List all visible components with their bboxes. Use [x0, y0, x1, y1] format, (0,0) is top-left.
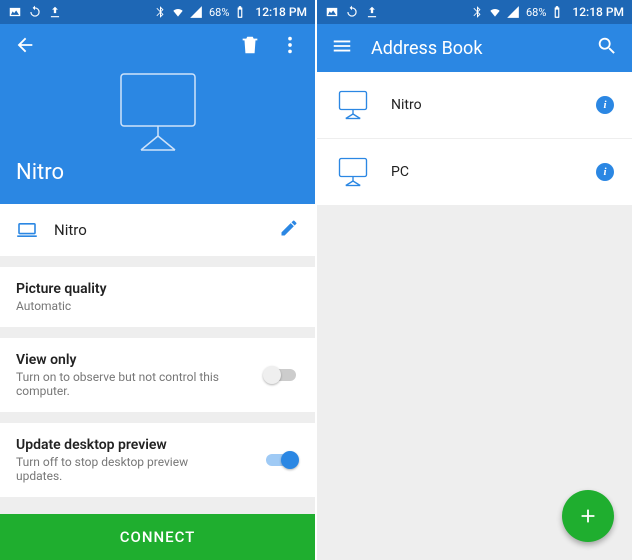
update-label: Update desktop preview [16, 437, 263, 453]
wifi-icon [488, 5, 502, 19]
back-button[interactable] [14, 34, 36, 60]
info-button[interactable]: i [596, 163, 614, 181]
phone-left: 68% 12:18 PM Nitro Nitro [0, 0, 315, 560]
statusbar: 68% 12:18 PM [317, 0, 632, 24]
statusbar: 68% 12:18 PM [0, 0, 315, 24]
battery-pct: 68% [526, 6, 546, 19]
overflow-menu-button[interactable] [279, 34, 301, 60]
monitor-icon [335, 88, 371, 122]
update-desc: Turn off to stop desktop preview updates… [16, 455, 236, 483]
monitor-icon [335, 155, 371, 189]
battery-icon [550, 5, 564, 19]
sync-icon [345, 5, 359, 19]
view-only-label: View only [16, 352, 263, 368]
sync-icon [28, 5, 42, 19]
list-item[interactable]: Nitro i [317, 72, 632, 139]
menu-button[interactable] [331, 35, 353, 61]
picture-icon [325, 5, 339, 19]
connect-button[interactable]: CONNECT [0, 514, 315, 560]
upload-icon [48, 5, 62, 19]
picture-quality-label: Picture quality [16, 281, 299, 297]
laptop-icon [16, 222, 38, 238]
plus-icon [577, 505, 599, 527]
update-preview-toggle[interactable] [263, 450, 299, 470]
battery-icon [233, 5, 247, 19]
view-only-desc: Turn on to observe but not control this … [16, 370, 236, 398]
setting-update-preview: Update desktop preview Turn off to stop … [0, 422, 315, 497]
view-only-toggle[interactable] [263, 365, 299, 385]
signal-icon [506, 5, 520, 19]
appbar-title: Address Book [371, 38, 596, 59]
list-item[interactable]: PC i [317, 139, 632, 206]
search-button[interactable] [596, 35, 618, 61]
device-name: Nitro [54, 221, 279, 239]
upload-icon [365, 5, 379, 19]
picture-quality-value: Automatic [16, 299, 236, 313]
bluetooth-icon [470, 5, 484, 19]
signal-icon [189, 5, 203, 19]
setting-picture-quality[interactable]: Picture quality Automatic [0, 266, 315, 327]
appbar: Address Book [317, 24, 632, 72]
device-row[interactable]: Nitro [0, 204, 315, 256]
battery-pct: 68% [209, 6, 229, 19]
delete-button[interactable] [239, 34, 261, 60]
bluetooth-icon [153, 5, 167, 19]
add-button[interactable] [562, 490, 614, 542]
hero: Nitro [0, 24, 315, 204]
clock: 12:18 PM [255, 5, 307, 19]
wifi-icon [171, 5, 185, 19]
hero-title: Nitro [0, 156, 315, 199]
address-list: Nitro i PC i [317, 72, 632, 560]
phone-right: 68% 12:18 PM Address Book Nitro i PC i [317, 0, 632, 560]
list-item-name: PC [391, 164, 596, 180]
list-item-name: Nitro [391, 97, 596, 113]
edit-button[interactable] [279, 218, 299, 242]
picture-icon [8, 5, 22, 19]
clock: 12:18 PM [572, 5, 624, 19]
monitor-icon [103, 70, 213, 156]
setting-view-only: View only Turn on to observe but not con… [0, 337, 315, 412]
info-button[interactable]: i [596, 96, 614, 114]
